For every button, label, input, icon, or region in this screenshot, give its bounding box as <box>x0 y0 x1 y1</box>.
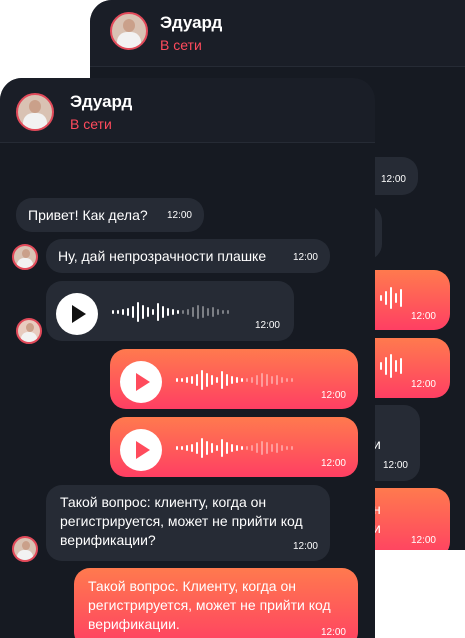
message-bubble-out: Такой вопрос. Клиенту, когда он регистри… <box>74 568 358 638</box>
message-bubble-in: Ну, дай непрозрачности плашке 12:00 <box>46 239 330 273</box>
contact-status: В сети <box>70 116 112 132</box>
message-time: 12:00 <box>320 390 346 401</box>
sender-avatar <box>12 244 38 270</box>
message-time: 12:00 <box>320 458 346 469</box>
message-time: 12:00 <box>382 460 408 471</box>
message-time: 12:00 <box>380 174 406 185</box>
play-icon[interactable] <box>120 361 162 403</box>
waveform-icon <box>380 284 402 312</box>
message-text: Такой вопрос: клиенту, когда он регистри… <box>60 494 303 548</box>
contact-avatar[interactable] <box>16 93 54 131</box>
waveform-icon <box>176 434 293 462</box>
contact-avatar[interactable] <box>110 12 148 50</box>
chat-window: Эдуард В сети Привет! Как дела? 12:00 Ну… <box>0 78 375 638</box>
waveform-icon <box>112 298 229 326</box>
chat-header: Эдуард В сети <box>90 0 465 67</box>
waveform-icon <box>176 366 293 394</box>
voice-message-out: 12:00 <box>110 417 358 477</box>
voice-message-in: 12:00 <box>46 281 294 341</box>
play-icon[interactable] <box>120 429 162 471</box>
message-text: Ну, дай непрозрачности плашке <box>58 248 267 264</box>
message-time: 12:00 <box>292 541 318 552</box>
sender-avatar <box>16 318 42 344</box>
voice-message-out: 12:00 <box>110 349 358 409</box>
message-time: 12:00 <box>410 311 436 322</box>
message-text: Такой вопрос. Клиенту, когда он регистри… <box>88 578 331 632</box>
contact-status: В сети <box>160 37 202 53</box>
waveform-icon <box>380 352 402 380</box>
message-bubble-in: Привет! Как дела? 12:00 <box>16 198 204 232</box>
message-time: 12:00 <box>320 627 346 638</box>
play-icon[interactable] <box>56 293 98 335</box>
message-time: 12:00 <box>292 252 318 263</box>
message-time: 12:00 <box>410 535 436 546</box>
message-bubble-in: Такой вопрос: клиенту, когда он регистри… <box>46 485 330 561</box>
sender-avatar <box>12 536 38 562</box>
message-time: 12:00 <box>254 320 280 331</box>
contact-name: Эдуард <box>160 13 223 32</box>
contact-name: Эдуард <box>70 92 133 111</box>
message-time: 12:00 <box>166 210 192 221</box>
message-time: 12:00 <box>410 379 436 390</box>
chat-header: Эдуард В сети <box>0 78 375 143</box>
message-text: Привет! Как дела? <box>28 207 148 223</box>
